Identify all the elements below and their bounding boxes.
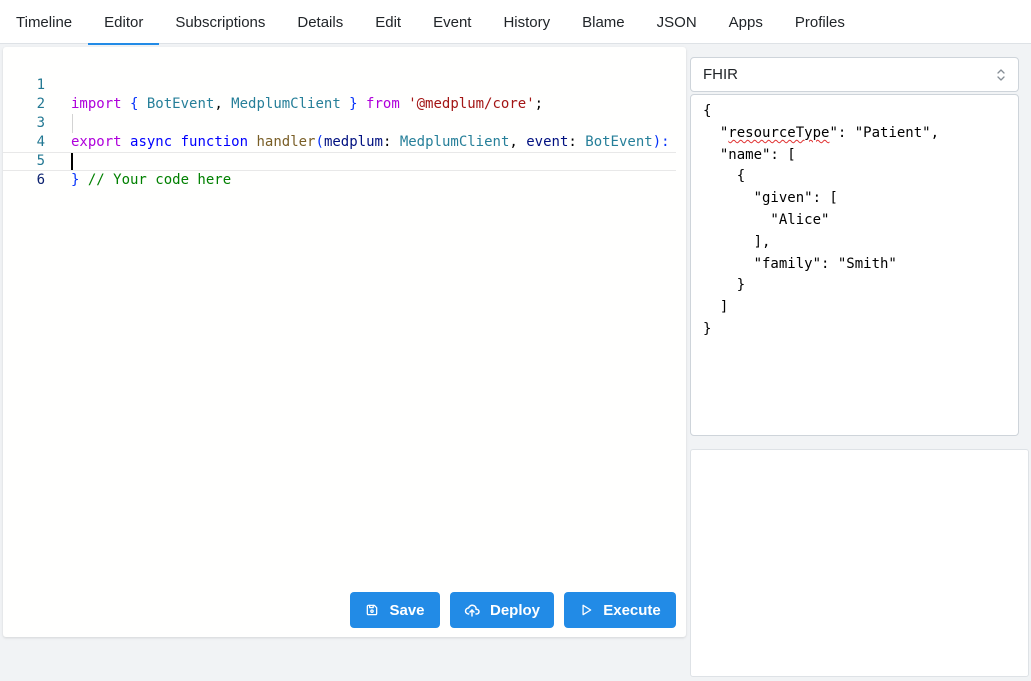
json-line: { [703,168,746,185]
json-line: "family": "Smith" [703,255,897,272]
input-json-textarea[interactable]: { "resourceType": "Patient", "name": [ {… [690,94,1019,436]
player-play-icon [579,603,593,617]
json-line: "given": [ [703,190,838,207]
tab-profiles[interactable]: Profiles [779,0,861,44]
spellcheck-word: resourceType [728,124,830,141]
json-line: } [703,277,746,294]
tab-apps[interactable]: Apps [713,0,779,44]
code-comment: // Your code here [87,172,232,188]
deploy-button[interactable]: Deploy [450,592,554,628]
json-line: ] [703,299,729,316]
code-editor-panel: 1 import { BotEvent, MedplumClient } fro… [3,47,686,637]
code-line-5[interactable]: 5 } [3,133,686,188]
text-cursor [71,153,73,170]
json-line: ], [703,233,771,250]
deploy-button-label: Deploy [489,601,540,619]
tab-json[interactable]: JSON [641,0,713,44]
code-line-3[interactable]: 3 export async function handler(medplum:… [3,95,686,150]
tab-blame[interactable]: Blame [566,0,641,44]
save-button-label: Save [389,601,425,619]
cloud-upload-icon [464,602,480,618]
code-line-4[interactable]: 4 // Your code here [3,114,686,188]
code-line-6[interactable]: 6 [3,152,676,188]
indent-guide [72,114,73,133]
json-line: { [703,103,712,119]
selector-chevrons-icon [996,68,1006,86]
execute-button-label: Execute [603,601,661,619]
json-line: "Alice" [703,211,830,228]
tab-history[interactable]: History [487,0,566,44]
code-line-1[interactable]: 1 import { BotEvent, MedplumClient } fro… [3,57,686,112]
json-line: "name": [ [703,146,796,163]
tab-subscriptions[interactable]: Subscriptions [159,0,281,44]
select-value: FHIR [703,66,738,83]
tab-bar: Timeline Editor Subscriptions Details Ed… [0,0,1031,45]
device-floppy-icon [365,603,379,617]
code-editor[interactable]: 1 import { BotEvent, MedplumClient } fro… [3,57,686,188]
json-line: } [703,320,712,337]
tab-event[interactable]: Event [417,0,487,44]
json-line: "resourceType": "Patient", [703,124,940,141]
tab-timeline[interactable]: Timeline [0,0,88,44]
input-format-select[interactable]: FHIR [690,57,1019,92]
code-token: } [71,172,80,188]
output-panel [690,449,1029,677]
save-button[interactable]: Save [350,592,440,628]
tab-editor[interactable]: Editor [88,0,160,45]
tab-edit[interactable]: Edit [359,0,417,44]
execute-button[interactable]: Execute [564,592,676,628]
code-line-2[interactable]: 2 [3,76,686,112]
tab-details[interactable]: Details [281,0,359,44]
line-number: 6 [36,172,45,188]
